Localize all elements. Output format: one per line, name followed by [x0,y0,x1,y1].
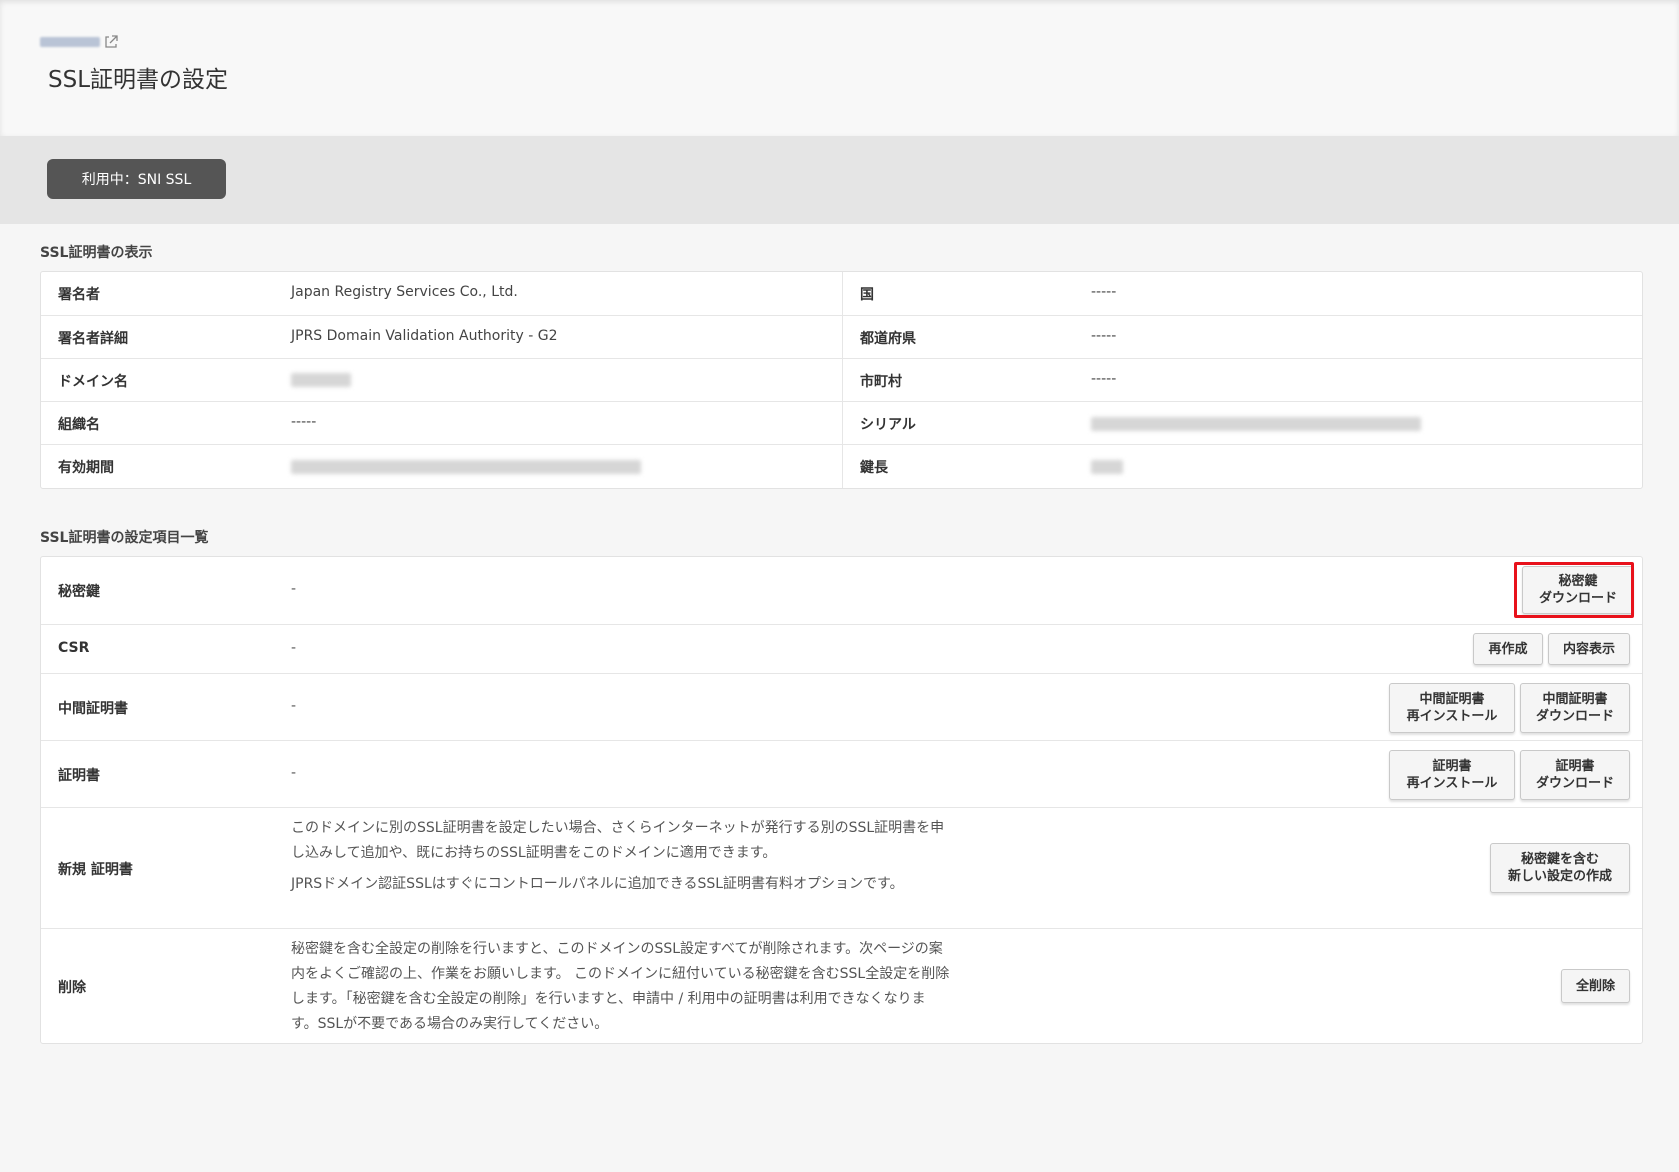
settings-row-intermediate: 中間証明書 - 中間証明書 再インストール 中間証明書 ダウンロード [41,673,1642,741]
label-new-cert: 新規 証明書 [58,862,133,878]
label-country: 国 [860,287,874,303]
csr-recreate-button[interactable]: 再作成 [1473,633,1543,665]
value-organization: ----- [291,414,317,430]
label-organization: 組織名 [58,417,100,433]
settings-row-csr: CSR - 再作成 内容表示 [41,624,1642,674]
info-row: 組織名 ----- シリアル [41,401,1642,445]
status-band [0,136,1679,224]
delete-description: 秘密鍵を含む全設定の削除を行いますと、このドメインのSSL設定すべてが削除されま… [291,941,950,1032]
new-cert-description: このドメインに別のSSL証明書を設定したい場合、さくらインターネットが発行する別… [291,816,951,903]
value-serial-redacted [1091,417,1421,431]
value-validity-redacted [291,460,641,474]
info-row: 署名者 Japan Registry Services Co., Ltd. 国 … [41,272,1642,315]
settings-row-certificate: 証明書 - 証明書 再インストール 証明書 ダウンロード [41,740,1642,808]
new-cert-desc-1: このドメインに別のSSL証明書を設定したい場合、さくらインターネットが発行する別… [291,820,945,861]
external-link-icon[interactable] [104,35,118,49]
value-intermediate: - [291,698,297,714]
highlight-box [1514,562,1634,618]
breadcrumb[interactable] [40,34,118,50]
label-prefecture: 都道府県 [860,331,916,347]
new-cert-desc-2: JPRSドメイン認証SSLはすぐにコントロールパネルに追加できるSSL証明書有料… [291,876,904,892]
value-key-length-redacted [1091,460,1123,474]
certificate-download-button[interactable]: 証明書 ダウンロード [1520,750,1630,800]
value-prefecture: ----- [1091,328,1117,344]
label-private-key: 秘密鍵 [58,584,100,600]
value-signer-detail: JPRS Domain Validation Authority - G2 [291,328,558,344]
certificate-reinstall-button[interactable]: 証明書 再インストール [1389,750,1515,800]
label-domain: ドメイン名 [58,374,128,390]
delete-all-button[interactable]: 全削除 [1561,969,1630,1003]
value-domain-redacted [291,373,351,387]
info-row: ドメイン名 市町村 ----- [41,358,1642,402]
info-row: 有効期間 鍵長 [41,444,1642,488]
intermediate-reinstall-button[interactable]: 中間証明書 再インストール [1389,683,1515,733]
label-key-length: 鍵長 [860,460,888,476]
page-title: SSL証明書の設定 [48,67,229,93]
section-title-cert-display: SSL証明書の表示 [40,245,153,261]
label-serial: シリアル [860,417,916,433]
cert-info-table: 署名者 Japan Registry Services Co., Ltd. 国 … [40,271,1643,489]
create-new-setting-button[interactable]: 秘密鍵を含む 新しい設定の作成 [1490,843,1630,893]
page-header [0,0,1679,136]
label-city: 市町村 [860,374,902,390]
settings-row-private-key: 秘密鍵 - 秘密鍵 ダウンロード [41,557,1642,624]
value-csr: - [291,640,297,656]
info-row: 署名者詳細 JPRS Domain Validation Authority -… [41,315,1642,359]
label-intermediate: 中間証明書 [58,701,128,717]
settings-row-new-cert: 新規 証明書 このドメインに別のSSL証明書を設定したい場合、さくらインターネッ… [41,807,1642,929]
value-country: ----- [1091,284,1117,300]
settings-table: 秘密鍵 - 秘密鍵 ダウンロード CSR - 再作成 内容表示 中間証明書 - … [40,556,1643,1044]
status-badge: 利用中：SNI SSL [47,159,226,199]
intermediate-download-button[interactable]: 中間証明書 ダウンロード [1520,683,1630,733]
label-csr: CSR [58,640,90,656]
label-signer-detail: 署名者詳細 [58,331,128,347]
label-signer: 署名者 [58,287,100,303]
value-private-key: - [291,581,297,597]
label-validity: 有効期間 [58,460,114,476]
value-signer: Japan Registry Services Co., Ltd. [291,284,518,300]
settings-row-delete: 削除 秘密鍵を含む全設定の削除を行いますと、このドメインのSSL設定すべてが削除… [41,928,1642,1044]
value-certificate: - [291,765,297,781]
label-delete: 削除 [58,980,86,996]
csr-view-button[interactable]: 内容表示 [1548,633,1630,665]
breadcrumb-link-redacted[interactable] [40,37,100,47]
section-title-settings: SSL証明書の設定項目一覧 [40,530,209,546]
value-city: ----- [1091,371,1117,387]
label-certificate: 証明書 [58,768,100,784]
